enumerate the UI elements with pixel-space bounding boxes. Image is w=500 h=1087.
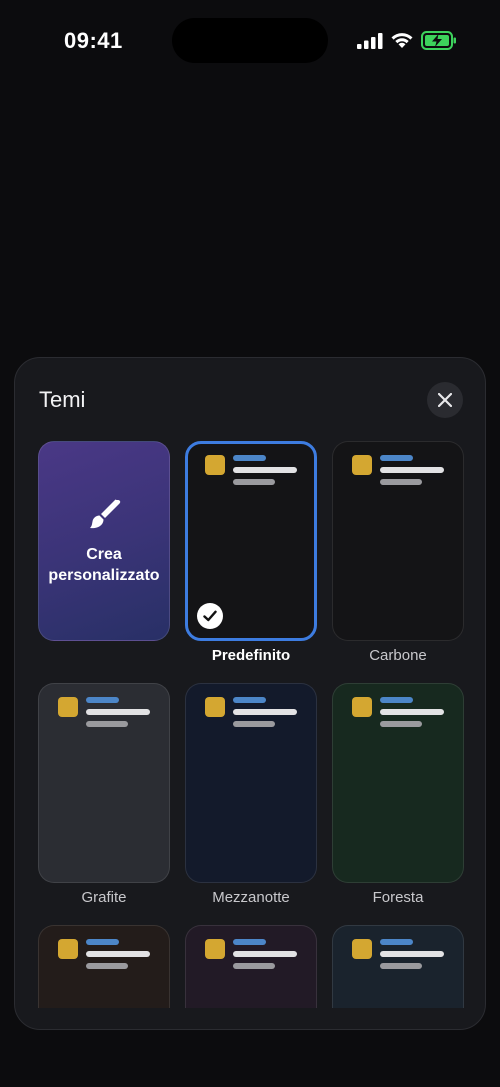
status-time: 09:41 bbox=[64, 28, 123, 53]
preview-line bbox=[233, 697, 266, 703]
preview-line bbox=[86, 939, 119, 945]
dynamic-island bbox=[172, 18, 328, 63]
create-custom-card[interactable]: Crea personalizzato bbox=[38, 441, 170, 641]
preview-line bbox=[86, 709, 150, 715]
preview-square bbox=[352, 455, 372, 475]
paintbrush-icon bbox=[90, 499, 121, 529]
battery-charging-icon bbox=[421, 31, 456, 50]
preview-square bbox=[205, 939, 225, 959]
preview-line bbox=[380, 467, 444, 473]
preview-square bbox=[205, 455, 225, 475]
preview-square bbox=[58, 697, 78, 717]
preview-line bbox=[380, 709, 444, 715]
theme-card[interactable] bbox=[38, 683, 170, 883]
preview-line bbox=[380, 479, 422, 485]
themes-grid: Crea personalizzato Predefinito Carbone … bbox=[38, 441, 464, 1008]
preview-line bbox=[233, 455, 266, 461]
theme-label: Predefinito bbox=[211, 647, 291, 664]
preview-line bbox=[380, 697, 413, 703]
close-button[interactable] bbox=[427, 382, 463, 418]
theme-card[interactable] bbox=[332, 925, 464, 1008]
preview-line bbox=[86, 721, 128, 727]
preview-square bbox=[58, 939, 78, 959]
preview-line bbox=[380, 963, 422, 969]
close-icon bbox=[438, 393, 452, 407]
preview-line bbox=[233, 709, 297, 715]
theme-card[interactable] bbox=[332, 683, 464, 883]
signal-icon bbox=[357, 33, 383, 49]
preview-square bbox=[205, 697, 225, 717]
preview-line bbox=[380, 721, 422, 727]
theme-card[interactable] bbox=[185, 925, 317, 1008]
theme-label: Grafite bbox=[81, 889, 127, 906]
preview-line bbox=[233, 467, 297, 473]
preview-line bbox=[380, 939, 413, 945]
preview-line bbox=[380, 951, 444, 957]
theme-label: Foresta bbox=[372, 889, 424, 906]
preview-line bbox=[233, 939, 266, 945]
preview-square bbox=[352, 939, 372, 959]
status-bar: 09:41 bbox=[0, 0, 500, 80]
create-custom-label-line1: Crea bbox=[86, 546, 122, 563]
theme-card[interactable] bbox=[185, 683, 317, 883]
create-custom-label-line2: personalizzato bbox=[48, 567, 160, 584]
preview-line bbox=[380, 455, 413, 461]
wifi-icon bbox=[391, 33, 413, 48]
theme-card[interactable] bbox=[38, 925, 170, 1008]
preview-line bbox=[233, 951, 297, 957]
theme-label: Mezzanotte bbox=[212, 889, 290, 906]
selected-check-icon bbox=[197, 603, 223, 629]
theme-card[interactable] bbox=[185, 441, 317, 641]
theme-card[interactable] bbox=[332, 441, 464, 641]
themes-sheet: Temi Crea personalizzato Predefinito Car… bbox=[14, 357, 486, 1030]
preview-line bbox=[86, 697, 119, 703]
sheet-title: Temi bbox=[39, 387, 86, 412]
preview-line bbox=[86, 951, 150, 957]
preview-line bbox=[233, 963, 275, 969]
preview-square bbox=[352, 697, 372, 717]
theme-label: Carbone bbox=[369, 647, 427, 664]
preview-line bbox=[233, 721, 275, 727]
preview-line bbox=[233, 479, 275, 485]
preview-line bbox=[86, 963, 128, 969]
create-custom-label: Crea personalizzato bbox=[48, 544, 159, 586]
